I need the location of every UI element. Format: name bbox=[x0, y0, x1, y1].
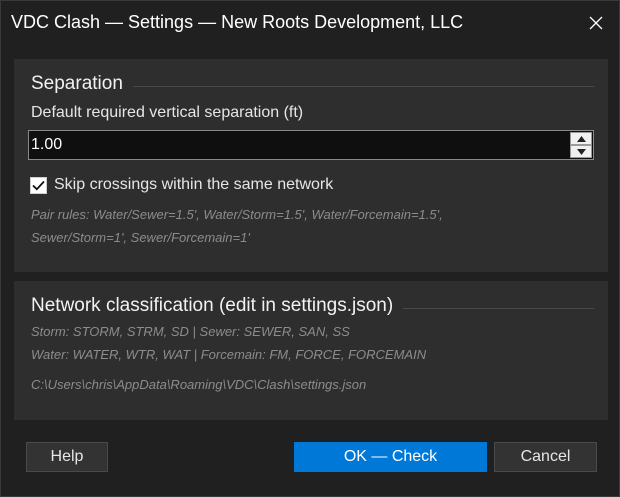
cancel-button[interactable]: Cancel bbox=[494, 442, 597, 472]
separation-value-input[interactable] bbox=[31, 136, 551, 154]
increment-button[interactable] bbox=[570, 132, 592, 145]
separation-header: Separation bbox=[31, 73, 594, 95]
window-title: VDC Clash — Settings — New Roots Develop… bbox=[11, 12, 464, 32]
close-icon bbox=[589, 16, 603, 30]
network-water-forcemain-line: Water: WATER, WTR, WAT | Forcemain: FM, … bbox=[31, 347, 427, 362]
help-button[interactable]: Help bbox=[26, 442, 108, 472]
network-header: Network classification (edit in settings… bbox=[31, 295, 594, 317]
title-bar: VDC Clash — Settings — New Roots Develop… bbox=[1, 1, 619, 45]
skip-checkbox-label: Skip crossings within the same network bbox=[54, 176, 334, 193]
arrow-up-icon bbox=[576, 135, 586, 142]
settings-file-path: C:\Users\chris\AppData\Roaming\VDC\Clash… bbox=[31, 377, 367, 392]
settings-dialog: VDC Clash — Settings — New Roots Develop… bbox=[0, 0, 620, 497]
network-heading: Network classification (edit in settings… bbox=[31, 295, 394, 316]
pair-rules-line-2: Sewer/Storm=1', Sewer/Forcemain=1' bbox=[31, 230, 250, 245]
separation-group: Separation Default required vertical sep… bbox=[14, 59, 608, 272]
spin-buttons bbox=[570, 132, 592, 158]
decrement-button[interactable] bbox=[570, 145, 592, 158]
network-storm-sewer-line: Storm: STORM, STRM, SD | Sewer: SEWER, S… bbox=[31, 324, 350, 339]
separation-divider bbox=[132, 85, 594, 87]
network-classification-group: Network classification (edit in settings… bbox=[14, 281, 608, 420]
checkmark-icon bbox=[32, 180, 45, 190]
separation-field-label: Default required vertical separation (ft… bbox=[31, 104, 304, 121]
close-button[interactable] bbox=[573, 1, 619, 45]
checkbox-box[interactable] bbox=[30, 176, 47, 194]
arrow-down-icon bbox=[576, 148, 586, 155]
separation-spinbox[interactable] bbox=[28, 130, 594, 160]
skip-same-network-checkbox[interactable]: Skip crossings within the same network bbox=[30, 176, 333, 194]
network-divider bbox=[403, 307, 594, 309]
ok-check-button[interactable]: OK — Check bbox=[294, 442, 487, 472]
pair-rules-line-1: Pair rules: Water/Sewer=1.5', Water/Stor… bbox=[31, 207, 443, 222]
separation-heading: Separation bbox=[31, 73, 123, 94]
